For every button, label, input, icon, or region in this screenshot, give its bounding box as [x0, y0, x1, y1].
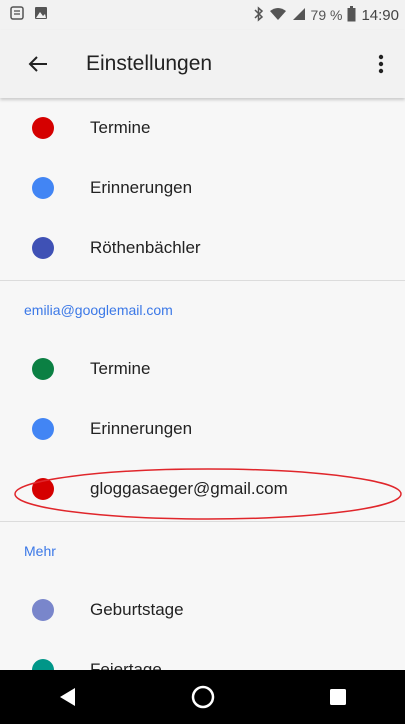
navigation-bar — [0, 670, 405, 724]
calendar-color-dot — [32, 237, 54, 259]
arrow-back-icon — [28, 56, 47, 72]
more-vert-icon — [378, 54, 384, 74]
calendar-item[interactable]: Feiertage — [0, 640, 405, 670]
more-section-title: Mehr — [24, 543, 56, 559]
calendar-item[interactable]: Termine — [0, 98, 405, 158]
overflow-menu-button[interactable] — [371, 50, 391, 78]
calendar-color-dot — [32, 358, 54, 380]
settings-list: Termine Erinnerungen Röthenbächler emili… — [0, 98, 405, 670]
calendar-item-label: Erinnerungen — [90, 419, 193, 438]
recents-square-icon — [329, 689, 346, 705]
calendar-color-dot — [32, 659, 54, 670]
calendar-item-label: Geburtstage — [90, 600, 184, 619]
back-button[interactable] — [24, 50, 52, 78]
calendar-color-dot — [32, 177, 54, 199]
calendar-item-highlighted[interactable]: gloggasaeger@gmail.com — [0, 459, 405, 519]
calendar-item-label: Termine — [90, 118, 151, 137]
signal-icon — [292, 7, 306, 24]
bluetooth-icon — [254, 5, 264, 25]
calendar-item[interactable]: Röthenbächler — [0, 218, 405, 278]
more-section-header: Mehr — [0, 522, 405, 580]
calendar-item[interactable]: Geburtstage — [0, 580, 405, 640]
calendar-item[interactable]: Erinnerungen — [0, 399, 405, 459]
back-triangle-icon — [59, 688, 75, 706]
page-title: Einstellungen — [86, 52, 213, 75]
calendar-item[interactable]: Erinnerungen — [0, 158, 405, 218]
calendar-item-label: gloggasaeger@gmail.com — [90, 479, 288, 498]
calendar-item-label: Termine — [90, 359, 151, 378]
nav-home-button[interactable] — [183, 677, 223, 717]
calendar-color-dot — [32, 599, 54, 621]
home-circle-icon — [191, 685, 214, 709]
calendar-color-dot — [32, 117, 54, 139]
account-email: emilia@googlemail.com — [24, 302, 173, 318]
calendar-item-label: Feiertage — [90, 660, 162, 670]
notification-icon — [10, 5, 24, 25]
clock: 14:90 — [361, 6, 399, 24]
calendar-item[interactable]: Termine — [0, 339, 405, 399]
status-bar: 79 % 14:90 — [0, 0, 405, 30]
account-section-header: emilia@googlemail.com — [0, 281, 405, 339]
image-notification-icon — [34, 6, 48, 25]
calendar-item-label: Röthenbächler — [90, 238, 201, 257]
app-bar: Einstellungen — [0, 30, 405, 98]
nav-recents-button[interactable] — [318, 677, 358, 717]
battery-percent: 79 % — [310, 7, 343, 23]
wifi-icon — [269, 7, 287, 24]
calendar-color-dot — [32, 478, 54, 500]
calendar-color-dot — [32, 418, 54, 440]
calendar-item-label: Erinnerungen — [90, 178, 193, 197]
nav-back-button[interactable] — [48, 677, 88, 717]
battery-icon — [347, 5, 356, 25]
